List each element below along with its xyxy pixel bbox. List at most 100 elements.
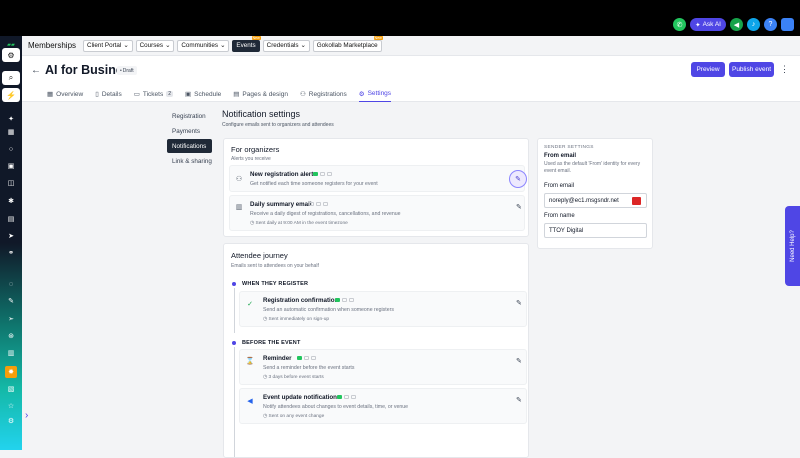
settings-nav-registration[interactable]: Registration: [167, 109, 212, 123]
row-schedule: ◷ Sent daily at 9:00 AM in the event tim…: [250, 221, 348, 226]
tab-label: Details: [101, 90, 122, 98]
organizers-subtitle: Alerts you receive: [231, 156, 271, 162]
more-options-icon[interactable]: ⋮: [780, 64, 789, 75]
sidebar-quick-actions[interactable]: ⚡: [2, 88, 20, 102]
tab-tickets[interactable]: ▭ Tickets 2: [134, 86, 173, 102]
sidebar-sites-icon[interactable]: ◌: [6, 279, 16, 289]
password-manager-icon[interactable]: [632, 197, 641, 205]
sms-channel-icon: [342, 298, 347, 302]
grid-icon: ▦: [47, 91, 54, 98]
nav-marketplace[interactable]: Gokollab Marketplace New: [312, 35, 383, 52]
sidebar-reputation-icon[interactable]: ⊛: [6, 331, 16, 341]
list-item: ✓ Registration confirmation Send an auto…: [239, 291, 527, 327]
memberships-nav: Memberships Client Portal ⌄ Courses ⌄ Comm…: [22, 35, 800, 56]
ask-ai-button[interactable]: ✦ Ask AI: [690, 18, 726, 31]
nav-label: Client Portal: [87, 42, 122, 49]
organizers-title: For organizers: [231, 145, 280, 154]
megaphone-icon: ◀: [247, 398, 253, 405]
row-schedule: ◷ 3 days before event starts: [263, 375, 324, 380]
edit-pencil-icon[interactable]: ✎: [516, 357, 522, 365]
row-title: Registration confirmation: [263, 297, 339, 304]
ticket-icon: ▭: [133, 91, 140, 98]
from-email-description: Used as the default 'From' identity for …: [544, 161, 641, 174]
nav-label: Events: [236, 42, 256, 49]
sidebar-star-icon[interactable]: ☆: [6, 401, 16, 411]
sidebar-media-icon[interactable]: ▧: [6, 384, 16, 394]
channel-indicators: [297, 356, 316, 360]
tab-label: Settings: [367, 90, 392, 97]
row-title: Daily summary email: [250, 201, 312, 208]
sidebar-search-button[interactable]: ⌕: [2, 71, 20, 85]
row-title: Reminder: [263, 355, 292, 362]
tab-details[interactable]: ▯ Details: [95, 86, 121, 102]
row-title: New registration alert: [250, 171, 314, 178]
nav-courses[interactable]: Courses ⌄: [135, 39, 175, 52]
settings-nav-payments[interactable]: Payments: [167, 124, 212, 138]
sidebar-conversations-icon[interactable]: ○: [6, 144, 16, 154]
phone-icon[interactable]: ✆: [673, 18, 687, 31]
megaphone-icon[interactable]: ◀: [730, 18, 743, 31]
email-channel-icon: [335, 298, 340, 302]
from-email-field[interactable]: noreply@ec1.msgsndr.net: [544, 193, 647, 208]
sidebar-settings-button[interactable]: ⚙: [2, 48, 20, 62]
sidebar-reporting-icon[interactable]: ▥: [6, 348, 16, 358]
section-subtitle: Configure emails sent to organizers and …: [222, 122, 334, 128]
tab-settings[interactable]: ⚙ Settings: [358, 86, 392, 102]
sidebar-opportunities-icon[interactable]: ✱: [6, 196, 16, 206]
nav-communities[interactable]: Communities ⌄: [177, 39, 230, 52]
row-description: Send an automatic confirmation when some…: [263, 307, 394, 313]
sidebar-memberships-icon[interactable]: ✎: [6, 296, 16, 306]
sidebar-automation-icon[interactable]: ⚭: [6, 248, 16, 258]
nav-label: Communities: [181, 42, 219, 49]
nav-title: Memberships: [28, 41, 77, 50]
gear-icon: ⚙: [7, 50, 15, 60]
row-description: Get notified each time someone registers…: [250, 181, 378, 187]
sidebar-calendar-icon[interactable]: ▣: [6, 161, 16, 171]
sidebar-ai-icon[interactable]: ✦: [6, 114, 16, 124]
nav-credentials[interactable]: Credentials ⌄: [262, 39, 310, 52]
edit-pencil-icon[interactable]: ✎: [516, 203, 522, 211]
from-name-field[interactable]: TTOY Digital: [544, 223, 647, 238]
edit-pencil-icon[interactable]: ✎: [509, 170, 527, 188]
top-bar: ✆ ✦ Ask AI ◀ ♪ ?: [0, 0, 800, 36]
tab-label: Pages & design: [242, 90, 288, 98]
preview-button[interactable]: Preview: [691, 62, 725, 77]
tab-pages-design[interactable]: ▤ Pages & design: [233, 86, 288, 102]
timeline-line: [234, 288, 235, 333]
sidebar-payments-icon[interactable]: ▤: [6, 214, 16, 224]
publish-button[interactable]: Publish event: [729, 62, 774, 77]
sidebar-contacts-icon[interactable]: ◫: [6, 178, 16, 188]
tab-label: Tickets: [142, 90, 164, 98]
bell-icon[interactable]: ♪: [747, 18, 760, 31]
row-description: Receive a daily digest of registrations,…: [250, 211, 401, 217]
sidebar-dashboard-icon[interactable]: ▦: [6, 127, 16, 137]
settings-nav-link-sharing[interactable]: Link & sharing: [167, 154, 212, 168]
edit-pencil-icon[interactable]: ✎: [516, 396, 522, 404]
nav-client-portal[interactable]: Client Portal ⌄: [83, 39, 133, 52]
tab-schedule[interactable]: ▣ Schedule: [185, 86, 221, 102]
need-help-tab[interactable]: Need Help?: [785, 206, 800, 286]
email-channel-icon: [297, 356, 302, 360]
tab-overview[interactable]: ▦ Overview: [47, 86, 83, 102]
expand-sidebar-icon[interactable]: ›: [25, 410, 28, 421]
list-item: ⚇ New registration alert Get notified ea…: [229, 165, 527, 192]
nav-events[interactable]: Events New: [232, 35, 261, 52]
sidebar-apps-icon[interactable]: ✸: [5, 366, 17, 378]
back-arrow-icon[interactable]: ←: [31, 65, 41, 76]
organizers-card: For organizers Alerts you receive ⚇ New …: [223, 138, 529, 237]
sidebar-send-icon[interactable]: ➣: [6, 314, 16, 324]
dot-icon: •: [120, 67, 122, 74]
channel-indicators: [309, 202, 328, 206]
tab-registrations[interactable]: ⚇ Registrations: [300, 86, 347, 102]
avatar[interactable]: [781, 18, 794, 31]
chevron-down-icon: ⌄: [165, 42, 171, 49]
new-badge: New: [251, 35, 261, 40]
sidebar-marketing-icon[interactable]: ➤: [6, 231, 16, 241]
left-sidebar: ▰▰ ⚙ ⌕ ⚡ ✦ ▦ ○ ▣ ◫ ✱ ▤ ➤ ⚭ ◌ ✎ ➣ ⊛ ▥ ✸ ▧…: [0, 36, 22, 450]
help-icon[interactable]: ?: [764, 18, 777, 31]
bolt-icon: ⚡: [6, 90, 16, 100]
edit-pencil-icon[interactable]: ✎: [516, 299, 522, 307]
row-meta-text: Sent immediately on sign-up: [268, 317, 330, 322]
sidebar-settings-icon[interactable]: ⚙: [6, 416, 16, 426]
settings-nav-notifications[interactable]: Notifications: [167, 139, 212, 153]
